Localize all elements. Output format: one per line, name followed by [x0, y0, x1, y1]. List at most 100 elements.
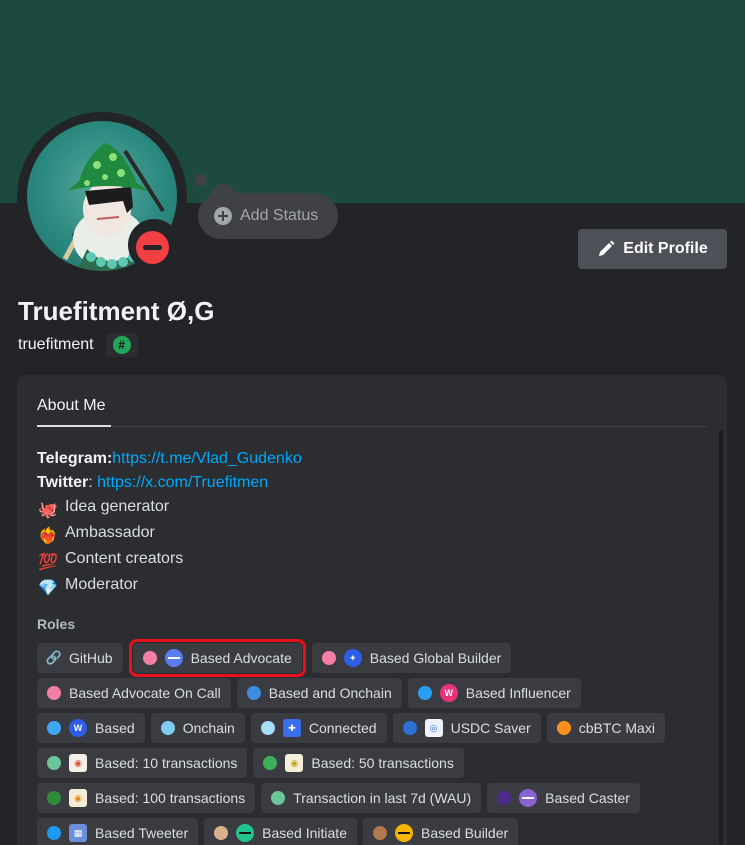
edit-profile-button[interactable]: Edit Profile [578, 229, 727, 269]
role-label: cbBTC Maxi [578, 720, 655, 736]
dnd-status-icon [136, 231, 169, 264]
role-color-dot [263, 756, 278, 770]
role-color-dot [417, 686, 432, 700]
profile-card: About Me Telegram:https://t.me/Vlad_Gude… [17, 375, 727, 845]
role-color-dot [246, 686, 261, 700]
role-chip-github[interactable]: 🔗 GitHub [37, 643, 123, 673]
role-chip-based[interactable]: W Based [37, 713, 145, 743]
role-color-dot [47, 721, 61, 735]
role-chip-based-influencer[interactable]: W Based Influencer [407, 678, 581, 708]
hundred-icon: 💯 [38, 554, 58, 571]
role-chip-based-50-transactions[interactable]: ◉ Based: 50 transactions [253, 748, 464, 778]
role-chip-based-caster[interactable]: Based Caster [487, 783, 640, 813]
roles-row: 🔗 GitHub Based Advocate ✦ Based Global B… [37, 639, 512, 677]
octopus-icon: 🐙 [38, 502, 58, 519]
bio-line: ❤️‍🔥 Ambassador [37, 521, 302, 547]
role-chip-based-advocate-on-call[interactable]: Based Advocate On Call [37, 678, 231, 708]
tab-about-me[interactable]: About Me [37, 397, 105, 415]
role-label: Based Caster [545, 790, 630, 806]
twitter-link[interactable]: https://x.com/Truefitmen [97, 474, 268, 491]
bio-telegram-line: Telegram:https://t.me/Vlad_Gudenko [37, 447, 302, 471]
role-chip-transaction-wau[interactable]: Transaction in last 7d (WAU) [261, 783, 482, 813]
tab-divider [37, 426, 707, 427]
connected-icon: ✚ [282, 719, 301, 737]
tx50-icon: ◉ [285, 754, 304, 772]
bio-twitter-line: Twitter: https://x.com/Truefitmen [37, 471, 302, 495]
globe-builder-icon: ✦ [343, 649, 362, 667]
role-label: Based and Onchain [268, 685, 392, 701]
bio-line-text: Idea generator [65, 498, 170, 515]
role-label: Based Tweeter [95, 825, 189, 841]
bio-line: 🐙 Idea generator [37, 495, 302, 521]
tx100-icon: ◉ [69, 789, 87, 807]
pencil-icon [599, 240, 615, 256]
fire-heart-icon: ❤️‍🔥 [38, 528, 58, 545]
status-bubble-dot [195, 174, 207, 186]
role-label: USDC Saver [450, 720, 531, 736]
role-chip-based-builder[interactable]: Based Builder [362, 818, 519, 845]
tx10-icon: ◉ [69, 754, 87, 772]
role-color-dot [47, 756, 61, 770]
roles-row: ◉ Based: 100 transactions Transaction in… [37, 783, 640, 813]
role-color-dot [47, 686, 61, 700]
scrollbar-thumb[interactable] [719, 430, 723, 600]
telegram-link[interactable]: https://t.me/Vlad_Gudenko [112, 450, 301, 467]
role-label: Based: 50 transactions [311, 755, 454, 771]
role-label: Based Global Builder [369, 650, 502, 666]
role-chip-based-global-builder[interactable]: ✦ Based Global Builder [311, 643, 512, 673]
role-label: Based Initiate [262, 825, 347, 841]
roles-row: ▦ Based Tweeter Based Initiate Based Bui… [37, 818, 519, 845]
role-chip-usdc-saver[interactable]: ◎ USDC Saver [392, 713, 541, 743]
based-advocate-icon [164, 649, 183, 667]
roles-row: W Based Onchain ✚ Connected ◎ USDC Saver… [37, 713, 665, 743]
username: truefitment [18, 336, 94, 353]
influencer-icon: W [439, 684, 458, 702]
role-chip-based-advocate[interactable]: Based Advocate [128, 639, 306, 677]
role-chip-based-initiate[interactable]: Based Initiate [204, 818, 357, 845]
based-icon: W [69, 719, 87, 737]
initiate-icon [236, 824, 255, 842]
role-label: Based: 10 transactions [95, 755, 238, 771]
add-status-label: Add Status [240, 207, 319, 224]
role-color-dot [47, 826, 61, 840]
role-label: Based Influencer [465, 685, 571, 701]
role-label: Onchain [182, 720, 235, 736]
roles-title: Roles [37, 616, 76, 632]
role-chip-based-and-onchain[interactable]: Based and Onchain [236, 678, 402, 708]
add-status-button[interactable]: Add Status [198, 193, 338, 239]
hash-icon: # [112, 336, 131, 354]
role-chip-onchain[interactable]: Onchain [150, 713, 245, 743]
role-label: Based Advocate On Call [69, 685, 221, 701]
builder-icon [394, 824, 413, 842]
role-label: GitHub [69, 650, 113, 666]
roles-row: Based Advocate On Call Based and Onchain… [37, 678, 581, 708]
gem-icon: 💎 [38, 580, 58, 597]
link-icon: 🔗 [45, 650, 63, 665]
role-color-dot [142, 651, 157, 665]
role-color-dot [271, 791, 286, 805]
caster-icon [519, 789, 538, 807]
role-label: Based Advocate [190, 650, 292, 666]
usdc-icon: ◎ [424, 719, 443, 737]
bio-line-text: Moderator [65, 576, 138, 593]
role-color-dot [556, 721, 571, 735]
twitter-separator: : [88, 474, 98, 491]
bio-line: 💎 Moderator [37, 573, 302, 599]
bio-line-text: Ambassador [65, 524, 155, 541]
hash-badge[interactable]: # [105, 333, 138, 357]
bio-line: 💯 Content creators [37, 547, 302, 573]
role-color-dot [497, 791, 512, 805]
role-label: Based [95, 720, 135, 736]
bio-line-text: Content creators [65, 550, 184, 567]
telegram-label: Telegram [37, 450, 107, 467]
role-chip-cbbtc-maxi[interactable]: cbBTC Maxi [546, 713, 665, 743]
role-chip-based-tweeter[interactable]: ▦ Based Tweeter [37, 818, 199, 845]
role-color-dot [402, 721, 417, 735]
role-chip-connected[interactable]: ✚ Connected [250, 713, 387, 743]
role-color-dot [372, 826, 387, 840]
role-color-dot [321, 651, 336, 665]
role-chip-based-10-transactions[interactable]: ◉ Based: 10 transactions [37, 748, 248, 778]
edit-profile-label: Edit Profile [623, 240, 708, 257]
role-chip-based-100-transactions[interactable]: ◉ Based: 100 transactions [37, 783, 256, 813]
role-label: Based: 100 transactions [95, 790, 246, 806]
